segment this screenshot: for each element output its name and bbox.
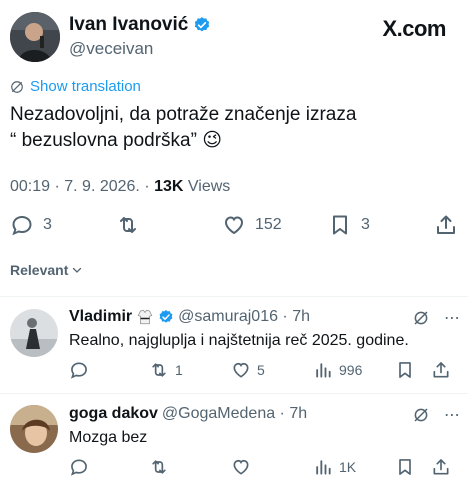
x-logo: X.com [382, 16, 446, 41]
bookmark-button[interactable] [395, 457, 415, 477]
reply-count: 3 [43, 216, 52, 233]
share-icon [431, 457, 451, 477]
reply-text: Mozga bez [69, 429, 148, 446]
author-name-text[interactable]: Ivan Ivanović [69, 14, 188, 36]
tweet-text-line-1: Nezadovoljni, da potraže značenje izraza [10, 104, 357, 125]
tweet-actions: 3 152 3 [10, 213, 458, 239]
retweet-button[interactable] [116, 213, 140, 237]
reply-item[interactable]: goga dakov @GogaMedena · 7h ⋯ Mozga bez … [0, 394, 468, 494]
like-button[interactable]: 5 [231, 360, 265, 380]
bookmark-icon [328, 213, 352, 237]
like-button[interactable] [231, 457, 257, 477]
views-button[interactable]: 996 [313, 360, 362, 380]
retweet-icon [149, 360, 169, 380]
views-chart-icon [313, 360, 333, 380]
views-label: Views [183, 178, 231, 195]
sort-label: Relevant [10, 262, 69, 278]
share-button[interactable] [434, 213, 458, 237]
retweet-button[interactable] [149, 457, 175, 477]
reply-avatar[interactable] [10, 309, 58, 357]
bookmark-button[interactable]: 3 [328, 213, 370, 237]
reply-item[interactable]: Vladimir @samuraj016 · 7h ⋯ Realno, najg… [0, 297, 468, 393]
retweet-button[interactable]: 1 [149, 360, 183, 380]
more-options-icon[interactable]: ⋯ [444, 308, 461, 328]
reply-header: goga dakov @GogaMedena · 7h [69, 405, 307, 423]
views-chart-icon [313, 457, 333, 477]
author-name[interactable]: Ivan Ivanović [69, 14, 211, 36]
bookmark-icon [395, 457, 415, 477]
grok-icon[interactable] [412, 309, 430, 327]
share-icon [434, 213, 458, 237]
like-count: 152 [255, 216, 282, 233]
reply-icon [10, 213, 34, 237]
share-icon [431, 360, 451, 380]
reply-author-name[interactable]: goga dakov [69, 405, 158, 423]
like-icon [231, 360, 251, 380]
like-count: 5 [257, 362, 265, 378]
reply-button[interactable] [69, 457, 95, 477]
tweet-text: Nezadovoljni, da potraže značenje izraza… [10, 102, 450, 154]
share-button[interactable] [431, 360, 451, 380]
sort-dropdown[interactable]: Relevant [10, 262, 83, 278]
bookmark-count: 3 [361, 216, 370, 233]
share-button[interactable] [431, 457, 451, 477]
views-button[interactable]: 1K [313, 457, 356, 477]
author-handle[interactable]: @veceivan [69, 39, 153, 59]
views-count: 13K [154, 178, 184, 195]
retweet-count: 1 [175, 362, 183, 378]
tweet-meta: 00:19 · 7. 9. 2026. · 13K Views [10, 178, 230, 196]
reply-button[interactable]: 3 [10, 213, 52, 237]
like-icon [231, 457, 251, 477]
author-avatar[interactable] [10, 12, 60, 62]
show-translation-label[interactable]: Show translation [30, 78, 141, 95]
views-count: 996 [339, 362, 363, 378]
retweet-icon [116, 213, 140, 237]
reply-button[interactable] [69, 360, 95, 380]
like-icon [222, 213, 246, 237]
more-options-icon[interactable]: ⋯ [444, 405, 461, 425]
reply-icon [69, 457, 89, 477]
retweet-icon [149, 457, 169, 477]
reply-icon [69, 360, 89, 380]
views-count: 1K [339, 459, 357, 475]
verified-badge-icon [193, 16, 211, 34]
reply-actions: 1 5 996 [69, 360, 449, 380]
grok-icon[interactable] [412, 406, 430, 424]
show-translation-link[interactable]: Show translation [10, 78, 141, 95]
reply-avatar[interactable] [10, 405, 58, 453]
translate-icon [10, 80, 24, 94]
reply-handle[interactable]: @samuraj016 · 7h [178, 308, 310, 326]
reply-actions: 1K [69, 457, 449, 477]
reply-handle[interactable]: @GogaMedena · 7h [162, 405, 307, 423]
reply-text: Realno, najgluplja i najštetnija reč 202… [69, 332, 409, 349]
bookmark-button[interactable] [395, 360, 415, 380]
verified-badge-icon [158, 309, 174, 325]
like-button[interactable]: 152 [222, 213, 282, 237]
tweet-text-line-2: “ bezuslovna podrška” 😉 [10, 130, 223, 151]
reply-header: Vladimir @samuraj016 · 7h [69, 308, 310, 326]
reply-author-name[interactable]: Vladimir [69, 308, 132, 326]
tweet-timestamp[interactable]: 00:19 · 7. 9. 2026. · [10, 178, 154, 195]
karate-gi-icon [136, 308, 154, 326]
chevron-down-icon [71, 264, 83, 276]
bookmark-icon [395, 360, 415, 380]
